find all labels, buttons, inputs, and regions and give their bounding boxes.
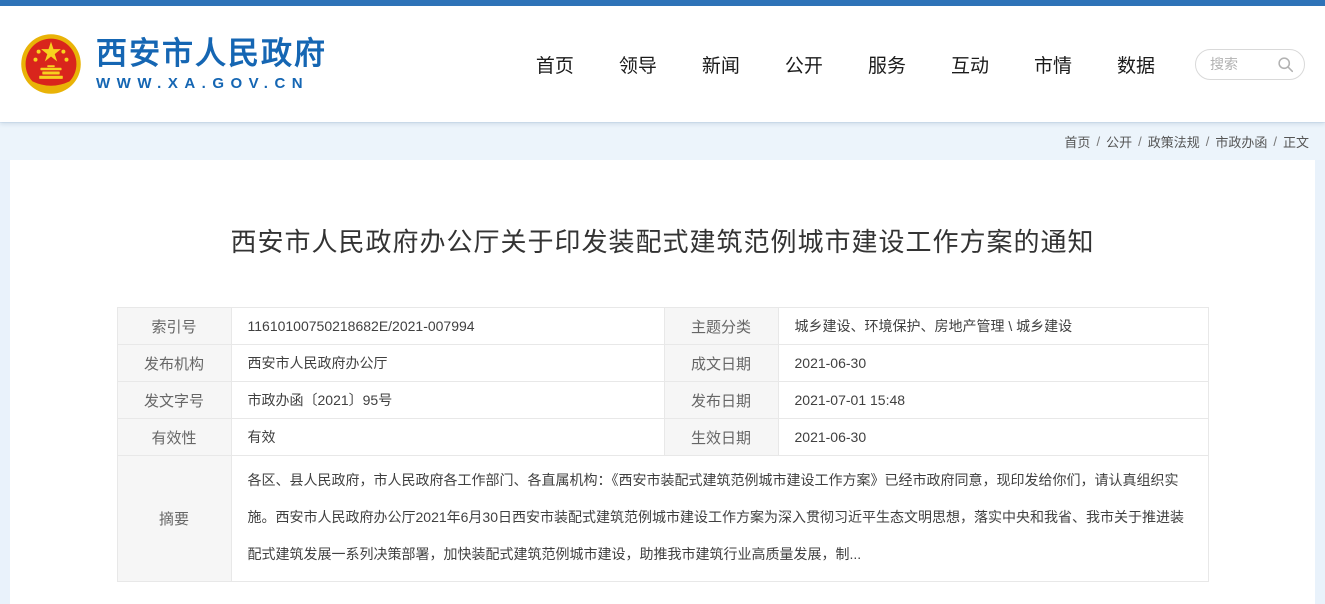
info-value-validity: 有效: [231, 419, 664, 456]
table-row: 索引号 11610100750218682E/2021-007994 主题分类 …: [117, 308, 1208, 345]
site-titles: 西安市人民政府 WWW.XA.GOV.CN: [96, 36, 327, 93]
breadcrumb-open[interactable]: 公开: [1106, 132, 1132, 151]
info-value-issuing-agency: 西安市人民政府办公厅: [231, 345, 664, 382]
search-box[interactable]: [1195, 49, 1305, 80]
site-url: WWW.XA.GOV.CN: [96, 75, 327, 92]
main-nav: 首页 领导 新闻 公开 服务 互动 市情 数据: [536, 51, 1155, 78]
breadcrumb-separator: /: [1138, 134, 1142, 149]
info-label-summary: 摘要: [117, 456, 231, 582]
document-card: 西安市人民政府办公厅关于印发装配式建筑范例城市建设工作方案的通知 索引号 116…: [10, 160, 1315, 604]
info-value-written-date: 2021-06-30: [778, 345, 1208, 382]
info-label-written-date: 成文日期: [664, 345, 778, 382]
breadcrumb-category[interactable]: 市政办函: [1215, 132, 1267, 151]
nav-item-interact[interactable]: 互动: [951, 51, 989, 78]
breadcrumb-policies[interactable]: 政策法规: [1148, 132, 1200, 151]
breadcrumb-home[interactable]: 首页: [1064, 132, 1090, 151]
breadcrumb-separator: /: [1096, 134, 1100, 149]
info-value-effective-date: 2021-06-30: [778, 419, 1208, 456]
table-row: 发布机构 西安市人民政府办公厅 成文日期 2021-06-30: [117, 345, 1208, 382]
info-label-document-number: 发文字号: [117, 382, 231, 419]
nav-item-data[interactable]: 数据: [1117, 51, 1155, 78]
info-value-summary: 各区、县人民政府，市人民政府各工作部门、各直属机构：《西安市装配式建筑范例城市建…: [231, 456, 1208, 582]
table-row: 发文字号 市政办函〔2021〕95号 发布日期 2021-07-01 15:48: [117, 382, 1208, 419]
search-input[interactable]: [1210, 56, 1268, 72]
breadcrumb-separator: /: [1273, 134, 1277, 149]
info-label-publish-date: 发布日期: [664, 382, 778, 419]
table-row: 摘要 各区、县人民政府，市人民政府各工作部门、各直属机构：《西安市装配式建筑范例…: [117, 456, 1208, 582]
nav-item-city[interactable]: 市情: [1034, 51, 1072, 78]
info-value-document-number: 市政办函〔2021〕95号: [231, 382, 664, 419]
table-row: 有效性 有效 生效日期 2021-06-30: [117, 419, 1208, 456]
nav-item-home[interactable]: 首页: [536, 51, 574, 78]
breadcrumb-separator: /: [1206, 134, 1210, 149]
document-title: 西安市人民政府办公厅关于印发装配式建筑范例城市建设工作方案的通知: [10, 222, 1315, 259]
nav-item-leaders[interactable]: 领导: [619, 51, 657, 78]
info-label-topic-category: 主题分类: [664, 308, 778, 345]
site-logo[interactable]: 西安市人民政府 WWW.XA.GOV.CN: [20, 33, 327, 95]
nav-item-open[interactable]: 公开: [785, 51, 823, 78]
nav-item-news[interactable]: 新闻: [702, 51, 740, 78]
info-label-issuing-agency: 发布机构: [117, 345, 231, 382]
document-info-table: 索引号 11610100750218682E/2021-007994 主题分类 …: [117, 307, 1209, 582]
info-label-validity: 有效性: [117, 419, 231, 456]
info-value-publish-date: 2021-07-01 15:48: [778, 382, 1208, 419]
info-label-effective-date: 生效日期: [664, 419, 778, 456]
nav-item-services[interactable]: 服务: [868, 51, 906, 78]
national-emblem-icon: [20, 33, 82, 95]
breadcrumb: 首页 / 公开 / 政策法规 / 市政办函 / 正文: [0, 122, 1325, 160]
info-value-topic-category: 城乡建设、环境保护、房地产管理 \ 城乡建设: [778, 308, 1208, 345]
breadcrumb-current: 正文: [1283, 132, 1309, 151]
site-name: 西安市人民政府: [96, 36, 327, 72]
search-icon[interactable]: [1277, 56, 1294, 73]
info-label-index-number: 索引号: [117, 308, 231, 345]
info-value-index-number: 11610100750218682E/2021-007994: [231, 308, 664, 345]
site-header: 西安市人民政府 WWW.XA.GOV.CN 首页 领导 新闻 公开 服务 互动 …: [0, 6, 1325, 122]
